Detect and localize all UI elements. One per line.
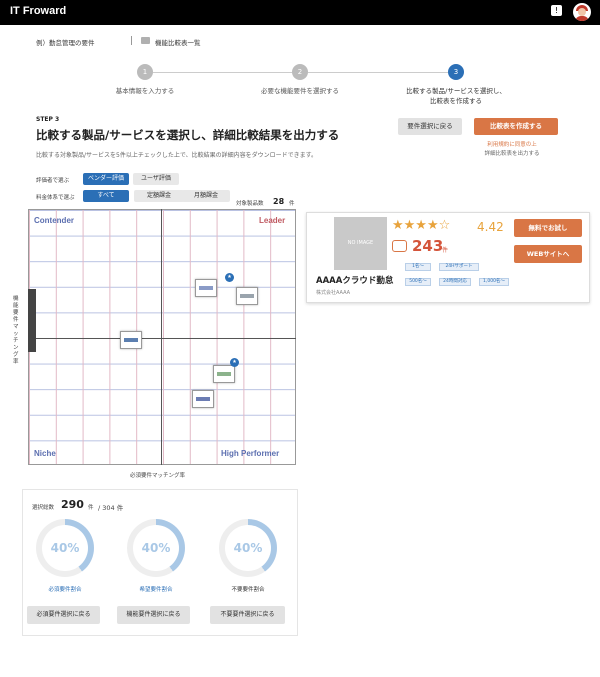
product-company: 株式会社AAAA [316, 290, 351, 296]
feature-tag: 24Hサポート [439, 263, 479, 271]
product-image-placeholder: NO IMAGE [334, 217, 387, 270]
step-3-circle: 3 [448, 64, 464, 80]
product-marker[interactable] [236, 287, 258, 305]
feature-tag: 24時間対応 [439, 278, 471, 286]
page-description: 比較する対象製品/サービスを5件以上チェックした上で、比較結果の詳細内容をダウン… [36, 152, 318, 159]
terms-link[interactable]: 利用規約に同意の上 [462, 141, 562, 150]
free-trial-button[interactable]: 無料でお試し [514, 219, 582, 237]
filter-pricing-flat[interactable]: 定額課金 [134, 190, 184, 202]
notification-icon[interactable]: ! [551, 5, 562, 16]
feature-tag: 500名〜 [405, 278, 431, 286]
desired-ratio-label: 希望要件割合 [139, 587, 173, 593]
product-name[interactable]: AAAAクラウド勤怠 [316, 274, 393, 286]
terms-note: 利用規約に同意の上 詳細比較表を出力する [462, 141, 562, 159]
brand-logo[interactable]: IT Froward [10, 5, 66, 17]
quadrant-high-performer: High Performer [221, 449, 280, 458]
selection-total-label: 選択総数 [32, 505, 55, 511]
create-comparison-button[interactable]: 比較表を作成する [474, 118, 558, 135]
product-marker[interactable] [213, 365, 235, 383]
top-bar: IT Froward ! [0, 0, 600, 25]
required-ratio-label: 必須要件割合 [48, 587, 82, 593]
step-2-label: 必要な機能要件を選択する [261, 87, 339, 95]
product-count-value: 28 [273, 197, 285, 206]
product-count-label: 対象製品数 [236, 201, 264, 207]
selection-total-unit: 件 [88, 505, 94, 511]
selection-total-max: / 304 件 [98, 504, 124, 512]
step-3-label: 比較する製品/サービスを選択し、 比較表を作成する [406, 87, 506, 105]
breadcrumb-current[interactable]: 例）勤怠管理の要件 [36, 37, 95, 47]
unneeded-ratio-ring: 40% [219, 519, 277, 577]
unneeded-ratio-label: 不要要件割合 [231, 587, 265, 593]
back-to-unneeded-button[interactable]: 不要要件選択に戻る [210, 606, 285, 624]
quadrant-niche: Niche [34, 449, 56, 458]
feature-tag: 1名〜 [405, 263, 431, 271]
feature-tag: 1,000名〜 [479, 278, 509, 286]
step-connector [308, 72, 448, 73]
product-count-unit: 件 [289, 201, 295, 207]
filter-vendor-evaluation[interactable]: ベンダー評価 [83, 173, 129, 185]
product-marker[interactable] [192, 390, 214, 408]
breadcrumb-divider [131, 36, 132, 45]
matrix-horizontal-axis [28, 338, 296, 339]
pricing-filter-label: 料金体系で選ぶ [36, 195, 75, 201]
step-1-label: 基本情報を入力する [115, 87, 175, 95]
step-1-circle: 1 [137, 64, 153, 80]
matrix-vertical-axis [161, 209, 162, 465]
step-connector [153, 72, 293, 73]
filter-pricing-monthly[interactable]: 月額課金 [182, 190, 230, 202]
quadrant-contender: Contender [34, 216, 74, 225]
y-axis-slider[interactable] [28, 289, 36, 352]
x-axis-label: 必須要件マッチング率 [130, 473, 186, 479]
evaluation-filter-label: 評価者で選ぶ [36, 178, 70, 184]
page-title: 比較する製品/サービスを選択し、詳細比較結果を出力する [36, 128, 340, 142]
selection-total-value: 290 [61, 498, 84, 511]
step-tag: STEP 3 [36, 116, 60, 123]
quadrant-leader: Leader [259, 216, 286, 225]
back-to-functional-button[interactable]: 機能要件選択に戻る [117, 606, 190, 624]
back-to-requirements-button[interactable]: 要件選択に戻る [398, 118, 462, 135]
product-marker[interactable] [195, 279, 217, 297]
desired-ratio-ring: 40% [127, 519, 185, 577]
avatar[interactable] [573, 3, 591, 21]
back-to-required-button[interactable]: 必須要件選択に戻る [27, 606, 100, 624]
y-axis-label: 機能要件マッチング率 [13, 296, 19, 365]
required-ratio-ring: 40% [36, 519, 94, 577]
filter-pricing-all[interactable]: すべて [83, 190, 129, 202]
star-rating-icon: ★★★★☆ [392, 218, 451, 233]
comment-icon [392, 240, 407, 252]
review-count[interactable]: 243 [412, 237, 443, 255]
folder-icon [141, 37, 150, 44]
review-count-unit: 件 [442, 247, 449, 254]
selected-badge-icon: ★ [225, 273, 234, 282]
filter-user-evaluation[interactable]: ユーザ評価 [133, 173, 179, 185]
product-marker[interactable] [120, 331, 142, 349]
breadcrumb-next[interactable]: 機能比較表一覧 [155, 37, 201, 47]
selected-badge-icon: ★ [230, 358, 239, 367]
rating-value: 4.42 [477, 220, 504, 234]
positioning-matrix [28, 209, 296, 465]
website-button[interactable]: WEBサイトへ [514, 245, 582, 263]
step-2-circle: 2 [292, 64, 308, 80]
